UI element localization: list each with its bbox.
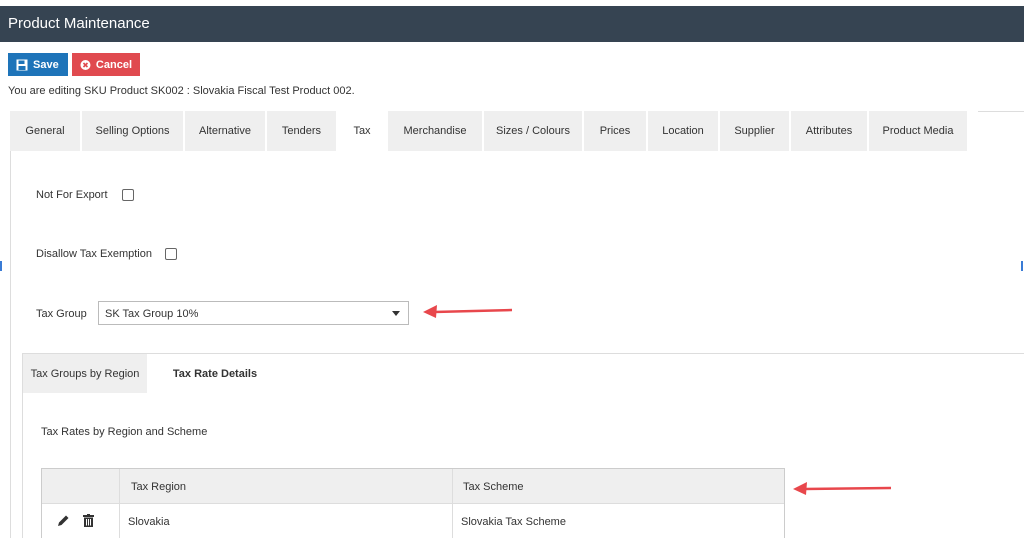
editing-status: You are editing SKU Product SK002 : Slov… — [8, 85, 355, 97]
disallow-tax-exemption-label: Disallow Tax Exemption — [36, 248, 152, 260]
save-button[interactable]: Save — [8, 53, 68, 76]
tab-location[interactable]: Location — [648, 111, 718, 151]
subtab-tax-groups-by-region[interactable]: Tax Groups by Region — [23, 354, 147, 393]
left-edge-marker — [0, 261, 2, 271]
table-cell-scheme: Slovakia Tax Scheme — [461, 516, 566, 528]
tab-strip-border — [978, 111, 1024, 112]
subtab-tax-rate-details[interactable]: Tax Rate Details — [160, 354, 270, 393]
tab-selling-options[interactable]: Selling Options — [82, 111, 183, 151]
tab-tenders[interactable]: Tenders — [267, 111, 336, 151]
tab-supplier[interactable]: Supplier — [720, 111, 789, 151]
tab-merchandise[interactable]: Merchandise — [388, 111, 482, 151]
tax-group-label: Tax Group — [36, 308, 87, 320]
annotation-arrow-icon — [793, 482, 892, 495]
right-edge-marker — [1021, 261, 1023, 271]
tab-product-media[interactable]: Product Media — [869, 111, 967, 151]
main-tabs: General Selling Options Alternative Tend… — [10, 111, 969, 151]
rates-heading: Tax Rates by Region and Scheme — [41, 426, 208, 438]
tab-sizes-colours[interactable]: Sizes / Colours — [484, 111, 582, 151]
column-divider — [452, 469, 453, 538]
column-header-tax-scheme: Tax Scheme — [463, 481, 524, 493]
title-bar: Product Maintenance — [0, 6, 1024, 42]
tab-alternative[interactable]: Alternative — [185, 111, 265, 151]
close-circle-icon — [80, 59, 91, 70]
column-divider — [119, 469, 120, 538]
tab-attributes[interactable]: Attributes — [791, 111, 867, 151]
cancel-button[interactable]: Cancel — [72, 53, 140, 76]
not-for-export-label: Not For Export — [36, 189, 108, 201]
save-label: Save — [33, 58, 59, 71]
cancel-label: Cancel — [95, 58, 132, 71]
disallow-tax-exemption-checkbox[interactable] — [165, 248, 177, 260]
annotation-arrow-icon — [423, 305, 513, 318]
tax-group-value: SK Tax Group 10% — [105, 308, 199, 320]
tax-rates-table: Tax Region Tax Scheme Slovakia Slovakia … — [41, 468, 785, 538]
trash-icon[interactable] — [83, 514, 94, 527]
table-cell-region: Slovakia — [128, 516, 170, 528]
pencil-icon[interactable] — [57, 514, 70, 527]
chevron-down-icon — [392, 311, 400, 316]
column-header-tax-region: Tax Region — [131, 481, 187, 493]
window-title: Product Maintenance — [8, 15, 150, 32]
floppy-disk-icon — [16, 59, 28, 70]
tax-group-select[interactable]: SK Tax Group 10% — [98, 301, 409, 325]
tab-prices[interactable]: Prices — [584, 111, 646, 151]
tab-general[interactable]: General — [10, 111, 80, 151]
tab-tax[interactable]: Tax — [338, 111, 386, 151]
not-for-export-checkbox[interactable] — [122, 189, 134, 201]
